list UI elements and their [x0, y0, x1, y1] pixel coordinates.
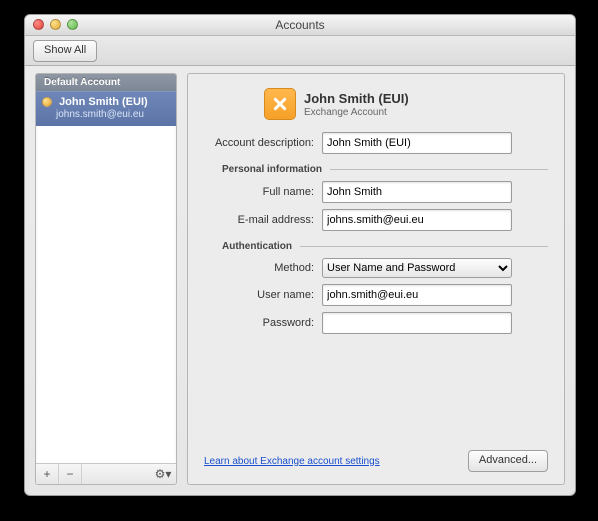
account-item-email: johns.smith@eui.eu	[56, 109, 170, 120]
password-label: Password:	[204, 317, 314, 329]
window-title: Accounts	[275, 18, 324, 32]
method-select[interactable]: User Name and Password	[322, 258, 512, 278]
account-subtitle: Exchange Account	[304, 107, 409, 118]
account-detail-panel: John Smith (EUI) Exchange Account Accoun…	[187, 73, 565, 485]
account-header: John Smith (EUI) Exchange Account	[264, 88, 548, 120]
email-label: E-mail address:	[204, 214, 314, 226]
account-list: Default Account John Smith (EUI) johns.s…	[36, 74, 176, 463]
account-item-name: John Smith (EUI)	[59, 96, 148, 108]
advanced-button[interactable]: Advanced...	[468, 450, 548, 472]
accounts-window: Accounts Show All Default Account John S…	[24, 14, 576, 496]
password-input[interactable]	[322, 312, 512, 334]
accounts-sidebar: Default Account John Smith (EUI) johns.s…	[35, 73, 177, 485]
account-description-label: Account description:	[204, 137, 314, 149]
close-icon[interactable]	[33, 19, 44, 30]
gear-icon: ⚙▾	[155, 467, 172, 481]
account-actions-button[interactable]: ⚙▾	[150, 464, 176, 484]
status-dot-icon	[42, 97, 52, 107]
user-name-input[interactable]	[322, 284, 512, 306]
zoom-icon[interactable]	[67, 19, 78, 30]
add-account-button[interactable]: +	[36, 464, 59, 484]
sidebar-footer: + − ⚙▾	[36, 463, 176, 484]
authentication-section: Authentication	[204, 241, 548, 252]
full-name-label: Full name:	[204, 186, 314, 198]
method-label: Method:	[204, 262, 314, 274]
account-description-input[interactable]	[322, 132, 512, 154]
window-controls	[33, 19, 78, 30]
exchange-icon	[264, 88, 296, 120]
personal-info-section: Personal information	[204, 164, 548, 175]
account-title: John Smith (EUI)	[304, 91, 409, 106]
learn-more-link[interactable]: Learn about Exchange account settings	[204, 456, 380, 467]
titlebar: Accounts	[25, 15, 575, 36]
show-all-button[interactable]: Show All	[33, 40, 97, 62]
remove-account-button[interactable]: −	[59, 464, 82, 484]
full-name-input[interactable]	[322, 181, 512, 203]
toolbar: Show All	[25, 36, 575, 66]
account-group-header: Default Account	[36, 74, 176, 91]
user-name-label: User name:	[204, 289, 314, 301]
account-item[interactable]: John Smith (EUI) johns.smith@eui.eu	[36, 91, 176, 126]
minimize-icon[interactable]	[50, 19, 61, 30]
email-input[interactable]	[322, 209, 512, 231]
